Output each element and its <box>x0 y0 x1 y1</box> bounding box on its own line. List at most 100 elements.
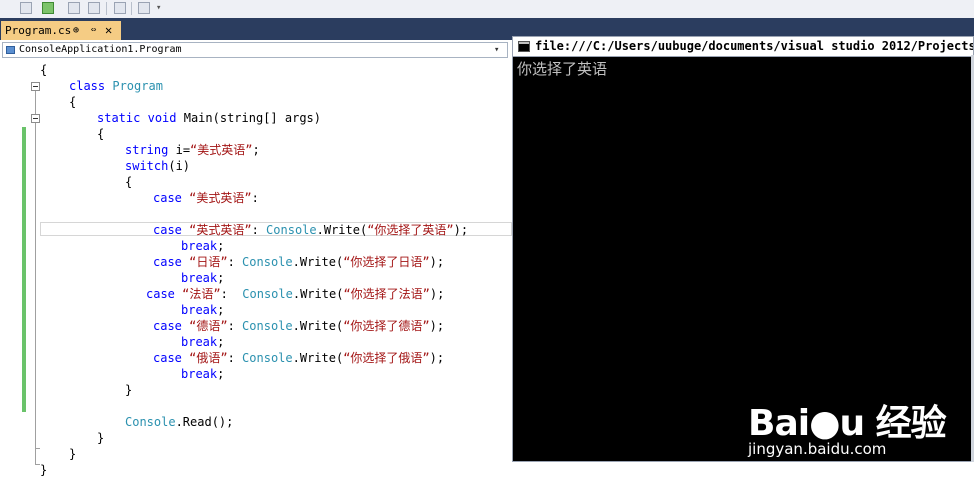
string-literal: “你选择了日语” <box>343 255 430 269</box>
string-literal: “美式英语” <box>190 143 253 157</box>
string-literal: “你选择了法语” <box>343 287 430 301</box>
code-text: ; <box>217 367 225 381</box>
string-literal: “俄语” <box>189 351 228 365</box>
navigation-bar: ConsoleApplication1.Program ▾ <box>0 40 512 61</box>
class-selector-dropdown[interactable]: ConsoleApplication1.Program ▾ <box>2 42 508 58</box>
string-literal: “你选择了德语” <box>343 319 430 333</box>
run-icon[interactable] <box>42 2 54 14</box>
brace: } <box>40 463 48 477</box>
keyword: static <box>97 111 141 125</box>
toolbar-button-icon[interactable] <box>88 2 100 14</box>
code-text: ; <box>217 239 225 253</box>
keyword: void <box>147 111 177 125</box>
brace: } <box>125 383 133 397</box>
code-text: ; <box>217 271 225 285</box>
keyword: class <box>69 79 106 93</box>
type-name: Console <box>242 319 293 333</box>
collapse-class-icon[interactable] <box>31 82 40 91</box>
keyword: break <box>181 271 218 285</box>
type-name: Program <box>112 79 163 93</box>
code-line-12: break; <box>181 238 224 254</box>
change-tracking-bar <box>22 127 26 412</box>
chevron-down-icon[interactable]: ▾ <box>494 43 499 57</box>
type-name: Console <box>242 351 293 365</box>
toolbar: ▾ <box>0 0 974 19</box>
keyword: break <box>181 239 218 253</box>
keyword: case <box>153 191 182 205</box>
string-literal: “法语” <box>182 287 221 301</box>
close-icon[interactable]: ✕ <box>105 21 112 40</box>
code-line-11: case “英式英语”: Console.Write(“你选择了英语”); <box>153 222 468 238</box>
code-line-1: { <box>40 62 47 78</box>
tab-program-cs[interactable]: Program.cs ⊕ ⇔ ✕ <box>1 21 121 40</box>
console-icon <box>518 41 530 52</box>
code-text: : <box>227 319 243 333</box>
code-line-7: switch(i) <box>125 158 190 174</box>
keyword: case <box>153 351 182 365</box>
brace: } <box>69 447 77 461</box>
string-literal: “美式英语” <box>189 191 252 205</box>
toolbar-overflow-icon[interactable]: ▾ <box>156 2 164 14</box>
watermark-logo: Bai●u 经验 <box>748 403 947 444</box>
keyword: case <box>153 255 182 269</box>
code-text: .Write( <box>292 351 344 365</box>
code-line-14: break; <box>181 270 224 286</box>
code-line-17: case “德语”: Console.Write(“你选择了德语”); <box>153 318 444 334</box>
brace: } <box>97 431 105 445</box>
code-line-8: { <box>125 174 132 190</box>
code-text: : <box>251 223 267 237</box>
type-name: Console <box>242 287 293 301</box>
brace: { <box>69 95 77 109</box>
code-text: ); <box>429 319 445 333</box>
code-line-6: string i=“美式英语”; <box>125 142 260 158</box>
code-line-9: case “美式英语”: <box>153 190 259 206</box>
string-literal: “你选择了英语” <box>367 223 454 237</box>
code-text: : <box>220 287 243 301</box>
type-name: Console <box>266 223 317 237</box>
toolbar-button-icon[interactable] <box>68 2 80 14</box>
code-text: .Write( <box>292 319 344 333</box>
console-output: 你选择了英语 <box>517 60 608 78</box>
code-line-16: break; <box>181 302 224 318</box>
code-text: .Write( <box>292 255 344 269</box>
tab-menu-icon[interactable]: ⇔ <box>91 21 96 40</box>
code-line-2: class Program <box>69 78 163 94</box>
keyword: case <box>153 319 182 333</box>
code-line-13: case “日语”: Console.Write(“你选择了日语”); <box>153 254 444 270</box>
outline-end-marker <box>35 448 40 449</box>
code-line-15: case “法语”: Console.Write(“你选择了法语”); <box>146 286 444 302</box>
brace: { <box>97 127 105 141</box>
code-text: ); <box>429 255 445 269</box>
collapse-method-icon[interactable] <box>31 114 40 123</box>
type-name: Console <box>125 415 176 429</box>
code-editor[interactable]: { class Program { static void Main(strin… <box>0 60 512 484</box>
code-line-21: } <box>125 382 132 398</box>
code-text: : <box>251 191 259 205</box>
toolbar-separator <box>106 2 107 15</box>
code-line-5: { <box>97 126 104 142</box>
string-literal: “日语” <box>189 255 228 269</box>
keyword: break <box>181 335 218 349</box>
string-literal: “你选择了俄语” <box>343 351 430 365</box>
code-line-25: } <box>69 446 76 462</box>
toolbar-button-icon[interactable] <box>20 2 32 14</box>
pin-icon[interactable]: ⊕ <box>73 21 79 40</box>
toolbar-separator <box>131 2 132 15</box>
keyword: case <box>153 223 182 237</box>
baidu-jingyan-watermark: Bai●u 经验 jingyan.baidu.com <box>748 378 947 464</box>
console-title-bar[interactable]: file:///C:/Users/uubuge/documents/visual… <box>513 37 973 57</box>
code-text: ); <box>429 287 445 301</box>
keyword: break <box>181 367 218 381</box>
toolbar-button-icon[interactable] <box>138 2 150 14</box>
code-line-3: { <box>69 94 76 110</box>
code-text: i= <box>175 143 191 157</box>
outline-guide <box>35 88 36 464</box>
class-selector-value: ConsoleApplication1.Program <box>19 44 182 55</box>
method-signature: Main(string[] args) <box>183 111 322 125</box>
string-literal: “英式英语” <box>189 223 252 237</box>
toolbar-button-icon[interactable] <box>114 2 126 14</box>
keyword: switch <box>125 159 169 173</box>
code-text: ); <box>429 351 445 365</box>
code-line-23: Console.Read(); <box>125 414 233 430</box>
code-line-20: break; <box>181 366 224 382</box>
